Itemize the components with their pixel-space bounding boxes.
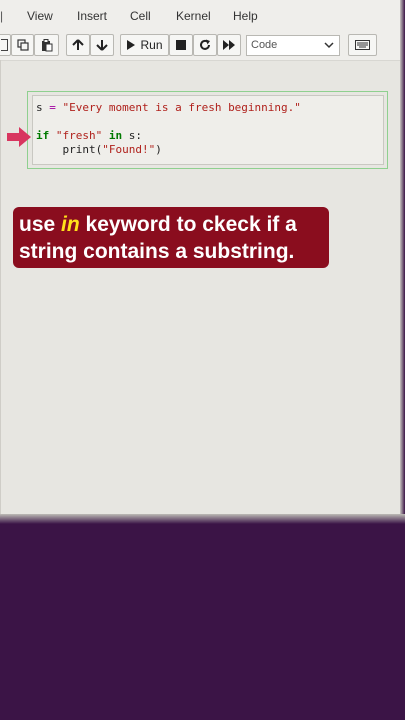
notebook-left-border (0, 60, 1, 518)
arrow-up-icon (72, 39, 84, 50)
menu-kernel[interactable]: Kernel (176, 9, 211, 23)
caption-line2: string contains a substring. (19, 240, 295, 263)
code-in-keyword: in (108, 129, 123, 142)
code-found-literal: "Found!" (102, 143, 156, 156)
code-if-keyword: if (36, 129, 50, 142)
move-up-button[interactable] (66, 34, 90, 56)
caption-word-use: use (19, 213, 56, 236)
code-target: s: (128, 129, 142, 142)
caption-overlay: use in keyword to ckeck if a string conta… (13, 207, 329, 268)
stop-icon (176, 40, 186, 50)
run-label: Run (140, 38, 163, 52)
code-fresh-literal: "fresh" (55, 129, 103, 142)
code-string-literal: "Every moment is a fresh beginning." (62, 101, 301, 114)
caption-line1-rest: keyword to ckeck if a (85, 213, 297, 236)
code-print-call: print( (62, 143, 103, 156)
menu-view[interactable]: View (27, 9, 53, 23)
caption-highlight-in: in (61, 213, 80, 236)
chevron-down-icon (324, 42, 334, 49)
menu-edge-fragment: | (0, 9, 4, 23)
restart-icon (200, 39, 210, 50)
toolbar: Run Code (0, 32, 400, 61)
cell-type-select[interactable]: Code (246, 35, 340, 56)
notebook-screen: | View Insert Cell Kernel Help Run Code … (0, 0, 400, 518)
screen-shadow-right (400, 0, 405, 520)
cell-type-value: Code (251, 39, 278, 51)
copy-button[interactable] (11, 34, 34, 56)
code-input[interactable]: s = "Every moment is a fresh beginning."… (32, 95, 384, 165)
menu-help[interactable]: Help (233, 9, 258, 23)
restart-run-all-button[interactable] (217, 34, 241, 56)
pointer-arrow-icon (7, 127, 31, 147)
copy-icon (16, 39, 29, 51)
run-button[interactable]: Run (120, 34, 169, 56)
paste-button[interactable] (34, 34, 59, 56)
fast-forward-icon (222, 40, 235, 50)
restart-button[interactable] (193, 34, 217, 56)
interrupt-button[interactable] (169, 34, 193, 56)
code-assign-op: = (49, 101, 56, 114)
menu-cell[interactable]: Cell (130, 9, 151, 23)
command-palette-button[interactable] (348, 34, 377, 56)
cut-button[interactable] (0, 34, 11, 56)
move-down-button[interactable] (90, 34, 114, 56)
arrow-down-icon (96, 40, 108, 51)
code-close-paren: ) (155, 143, 162, 156)
play-icon (127, 40, 136, 50)
menu-bar: | View Insert Cell Kernel Help (0, 0, 400, 32)
code-var-s: s (36, 101, 43, 114)
screen-shadow-bottom (0, 514, 405, 524)
cut-icon (0, 39, 8, 51)
menu-insert[interactable]: Insert (77, 9, 107, 23)
paste-icon (41, 38, 52, 51)
keyboard-icon (355, 40, 370, 50)
